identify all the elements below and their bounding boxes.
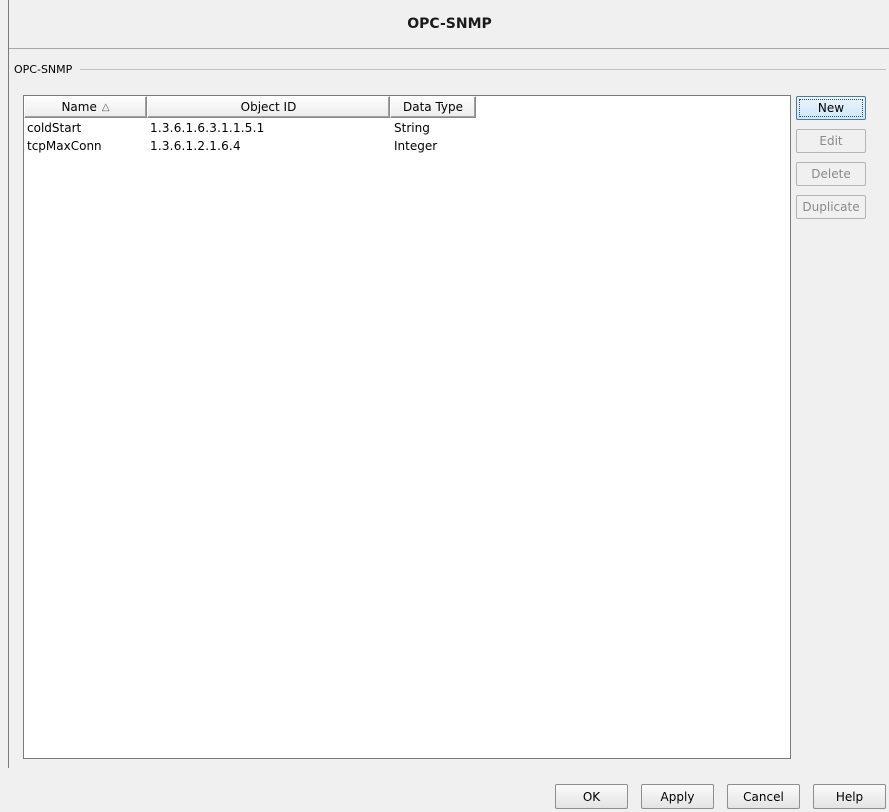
table-row[interactable]: tcpMaxConn 1.3.6.1.2.1.6.4 Integer bbox=[24, 137, 790, 155]
column-header-name-label: Name bbox=[61, 100, 97, 114]
section-header: OPC-SNMP bbox=[14, 60, 886, 78]
delete-button[interactable]: Delete bbox=[796, 162, 866, 186]
cancel-button[interactable]: Cancel bbox=[727, 784, 800, 809]
column-header-object-id-label: Object ID bbox=[240, 100, 297, 114]
cell-data-type: Integer bbox=[394, 139, 438, 153]
sort-ascending-icon: △ bbox=[101, 101, 110, 113]
ok-button[interactable]: OK bbox=[555, 784, 628, 809]
column-header-name[interactable]: Name △ bbox=[24, 96, 147, 118]
footer-button-bar: OK Apply Cancel Help bbox=[542, 784, 886, 809]
cell-object-id: 1.3.6.1.2.1.6.4 bbox=[150, 139, 241, 153]
table-header: Name △ Object ID Data Type bbox=[24, 96, 476, 118]
duplicate-button[interactable]: Duplicate bbox=[796, 195, 866, 219]
column-header-object-id[interactable]: Object ID bbox=[147, 96, 390, 118]
cell-name: coldStart bbox=[27, 121, 82, 135]
dialog-footer: OK Apply Cancel Help bbox=[0, 768, 889, 812]
dialog-frame: OPC-SNMP OPC-SNMP Name △ Object ID Data … bbox=[8, 0, 889, 768]
column-header-data-type[interactable]: Data Type bbox=[390, 96, 476, 118]
cell-name: tcpMaxConn bbox=[27, 139, 102, 153]
new-button[interactable]: New bbox=[796, 96, 866, 120]
help-button[interactable]: Help bbox=[813, 784, 886, 809]
oid-table[interactable]: Name △ Object ID Data Type coldStart 1.3… bbox=[23, 95, 791, 759]
apply-button[interactable]: Apply bbox=[641, 784, 714, 809]
table-body: coldStart 1.3.6.1.6.3.1.1.5.1 String tcp… bbox=[24, 119, 790, 155]
side-button-panel: New Edit Delete Duplicate bbox=[796, 96, 868, 228]
column-header-data-type-label: Data Type bbox=[402, 100, 464, 114]
cell-object-id: 1.3.6.1.6.3.1.1.5.1 bbox=[150, 121, 265, 135]
table-row[interactable]: coldStart 1.3.6.1.6.3.1.1.5.1 String bbox=[24, 119, 790, 137]
edit-button[interactable]: Edit bbox=[796, 129, 866, 153]
dialog-title: OPC-SNMP bbox=[407, 16, 492, 32]
dialog-title-bar: OPC-SNMP bbox=[9, 0, 889, 49]
section-divider bbox=[80, 69, 886, 70]
section-label: OPC-SNMP bbox=[14, 62, 73, 76]
cell-data-type: String bbox=[394, 121, 430, 135]
